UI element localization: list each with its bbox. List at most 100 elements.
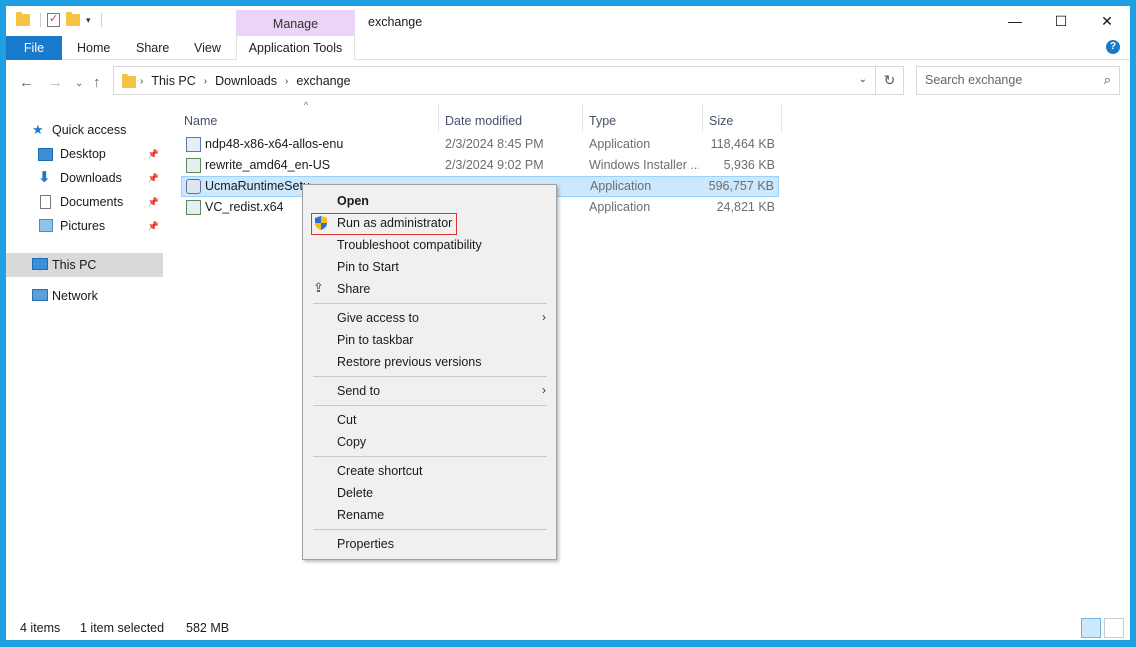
address-history-chevron-icon[interactable]: ⌄ — [859, 74, 867, 85]
pin-icon[interactable]: 📌 — [148, 173, 159, 184]
details-view-icon[interactable] — [1081, 618, 1101, 638]
properties-icon[interactable] — [47, 12, 60, 27]
nav-item-label: Pictures — [60, 219, 106, 233]
file-size: 118,464 KB — [710, 137, 775, 151]
menu-item-label: Copy — [337, 435, 367, 449]
nav-item-label: Downloads — [60, 171, 122, 185]
navigation-pane: ★ Quick access Desktop 📌 ⬇ Downloads 📌 D… — [6, 101, 163, 621]
breadcrumb-chevron-icon[interactable]: › — [204, 74, 207, 89]
breadcrumb-downloads[interactable]: Downloads — [215, 74, 277, 89]
menu-item-open[interactable]: Open — [305, 190, 554, 212]
column-header-label: Name — [184, 114, 218, 128]
setup-icon — [186, 179, 201, 194]
menu-item-give-access[interactable]: Give access to › — [305, 307, 554, 329]
table-row[interactable]: ndp48-x86-x64-allos-enu 2/3/2024 8:45 PM… — [181, 134, 779, 155]
pictures-icon — [39, 219, 53, 232]
refresh-button[interactable]: ↻ — [876, 66, 904, 95]
menu-item-send-to[interactable]: Send to › — [305, 380, 554, 402]
menu-item-label: Send to — [337, 384, 381, 398]
manage-tab-group[interactable]: Manage — [236, 10, 355, 37]
column-header-name[interactable]: Name — [181, 106, 439, 132]
menu-item-create-shortcut[interactable]: Create shortcut — [305, 460, 554, 482]
pin-icon[interactable]: 📌 — [148, 149, 159, 160]
menu-item-label: Open — [337, 194, 369, 208]
help-icon[interactable]: ? — [1106, 40, 1120, 54]
address-bar[interactable]: › This PC › Downloads › exchange ⌄ — [113, 66, 876, 95]
nav-item-network[interactable]: Network — [6, 285, 163, 307]
status-bar: 4 items 1 item selected 582 MB — [6, 618, 1130, 640]
folder-icon — [122, 74, 136, 88]
customize-toolbar-chevron-icon[interactable]: ▾ — [86, 15, 91, 26]
menu-item-label: Troubleshoot compatibility — [337, 238, 482, 252]
breadcrumb-exchange[interactable]: exchange — [296, 74, 350, 89]
context-menu: Open Run as administrator Troubleshoot c… — [302, 184, 557, 560]
file-date: 2/3/2024 9:02 PM — [445, 158, 544, 172]
ribbon-tabs: File Home Share View Application Tools ? — [6, 36, 1130, 60]
nav-item-this-pc[interactable]: This PC — [6, 253, 163, 277]
breadcrumb-chevron-icon[interactable]: › — [140, 74, 143, 89]
breadcrumb-this-pc[interactable]: This PC — [151, 74, 195, 89]
menu-item-label: Restore previous versions — [337, 355, 482, 369]
column-header-date[interactable]: Date modified — [439, 106, 583, 132]
pin-icon[interactable]: 📌 — [148, 197, 159, 208]
new-folder-icon[interactable] — [66, 12, 80, 26]
status-selection: 1 item selected — [80, 621, 165, 635]
search-input[interactable] — [925, 73, 1095, 87]
nav-item-label: Network — [52, 289, 98, 303]
column-header-label: Date modified — [445, 114, 523, 128]
menu-item-pin-to-start[interactable]: Pin to Start — [305, 256, 554, 278]
menu-item-label: Properties — [337, 537, 394, 551]
caption-buttons: — ☐ ✕ — [992, 6, 1130, 36]
menu-item-cut[interactable]: Cut — [305, 409, 554, 431]
file-type: Application — [590, 179, 652, 193]
menu-item-restore-previous-versions[interactable]: Restore previous versions — [305, 351, 554, 373]
breadcrumb-chevron-icon[interactable]: › — [285, 74, 288, 89]
nav-item-documents[interactable]: Documents 📌 — [6, 191, 163, 213]
view-switcher — [1081, 618, 1124, 638]
nav-item-label: Documents — [60, 195, 124, 209]
nav-item-quick-access[interactable]: ★ Quick access — [6, 119, 163, 141]
column-divider[interactable] — [781, 104, 782, 132]
large-icons-view-icon[interactable] — [1104, 618, 1124, 638]
share-icon: ⇪ — [313, 280, 324, 295]
status-item-count: 4 items — [20, 621, 61, 635]
menu-divider — [313, 405, 547, 406]
menu-item-share[interactable]: ⇪ Share — [305, 278, 554, 300]
tab-application-tools[interactable]: Application Tools — [236, 36, 355, 60]
toolbar-divider — [100, 13, 102, 27]
nav-item-pictures[interactable]: Pictures 📌 — [6, 215, 163, 237]
menu-item-copy[interactable]: Copy — [305, 431, 554, 453]
maximize-button[interactable]: ☐ — [1038, 6, 1084, 36]
window-title: exchange — [368, 15, 423, 29]
network-icon — [32, 289, 48, 301]
menu-item-label: Cut — [337, 413, 357, 427]
menu-item-properties[interactable]: Properties — [305, 533, 554, 555]
documents-icon — [40, 195, 51, 209]
menu-item-delete[interactable]: Delete — [305, 482, 554, 504]
table-row[interactable]: rewrite_amd64_en-US 2/3/2024 9:02 PM Win… — [181, 155, 779, 176]
quick-access-toolbar: ▾ — [16, 12, 102, 27]
file-type: Windows Installer ... — [589, 158, 699, 172]
close-button[interactable]: ✕ — [1084, 6, 1130, 36]
menu-item-rename[interactable]: Rename — [305, 504, 554, 526]
up-arrow-icon[interactable]: ↑ — [93, 74, 101, 91]
back-arrow-icon[interactable]: ← — [19, 74, 34, 91]
column-header-size[interactable]: Size — [703, 106, 781, 132]
minimize-button[interactable]: — — [992, 6, 1038, 36]
tab-home[interactable]: Home — [77, 36, 110, 60]
file-size: 24,821 KB — [716, 200, 775, 214]
tab-share[interactable]: Share — [136, 36, 169, 60]
column-header-type[interactable]: Type — [583, 106, 703, 132]
nav-item-desktop[interactable]: Desktop 📌 — [6, 143, 163, 165]
menu-item-troubleshoot[interactable]: Troubleshoot compatibility — [305, 234, 554, 256]
tab-file[interactable]: File — [6, 36, 62, 60]
menu-item-pin-to-taskbar[interactable]: Pin to taskbar — [305, 329, 554, 351]
search-box[interactable]: ⌕ — [916, 66, 1120, 95]
forward-arrow-icon[interactable]: → — [48, 74, 63, 91]
title-bar: ▾ Manage exchange — ☐ ✕ — [6, 6, 1130, 38]
tab-view[interactable]: View — [194, 36, 221, 60]
explorer-window: ▾ Manage exchange — ☐ ✕ File Home Share … — [6, 6, 1130, 640]
pin-icon[interactable]: 📌 — [148, 221, 159, 232]
recent-locations-chevron-icon[interactable]: ⌄ — [75, 78, 83, 89]
nav-item-downloads[interactable]: ⬇ Downloads 📌 — [6, 167, 163, 189]
